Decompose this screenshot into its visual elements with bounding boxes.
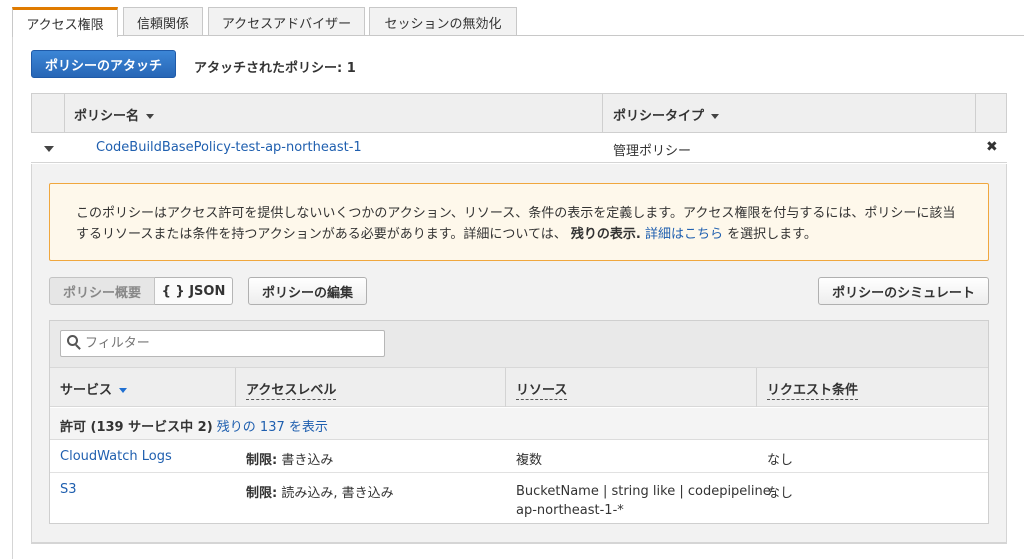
tab-access-advisor[interactable]: アクセスアドバイザー: [208, 7, 365, 36]
alert-bold-text: 残りの表示.: [570, 227, 641, 242]
access-level: 制限: 書き込み: [246, 449, 333, 468]
sort-caret-icon: [119, 388, 128, 393]
learn-more-link[interactable]: 詳細はこちら: [645, 227, 723, 242]
resource-line: ap-northeast-1-*: [516, 503, 624, 518]
column-header-service[interactable]: サービス: [60, 379, 128, 398]
column-divider: [505, 368, 506, 407]
column-divider: [975, 93, 976, 133]
alert-line-1: このポリシーはアクセス許可を提供しないいくつかのアクション、リソース、条件の表示…: [76, 206, 956, 221]
column-divider: [602, 93, 603, 133]
panel-bottom-border: [31, 543, 1007, 544]
show-remaining-link[interactable]: 残りの 137 を表示: [217, 420, 328, 435]
policy-summary-toggle[interactable]: ポリシー概要: [49, 277, 155, 305]
edit-policy-button[interactable]: ポリシーの編集: [248, 277, 367, 305]
request-condition: なし: [767, 453, 794, 468]
column-divider: [756, 368, 757, 407]
header-label: リソース: [516, 383, 568, 400]
column-header-resource[interactable]: リソース: [516, 379, 568, 400]
tab-permissions[interactable]: アクセス権限: [12, 7, 118, 37]
sort-caret-icon: [711, 114, 720, 119]
header-label: ポリシー名: [74, 109, 140, 124]
allow-group-label: 許可 (139 サービス中 2) 残りの 137 を表示: [60, 416, 328, 435]
column-divider: [235, 368, 236, 407]
row-divider: [50, 472, 988, 473]
attach-policy-button[interactable]: ポリシーのアタッチ: [31, 50, 176, 78]
group-count: 許可 (139 サービス中 2): [60, 420, 213, 435]
detach-policy-icon[interactable]: ✖: [986, 139, 998, 155]
access-level-value: 書き込み: [281, 453, 334, 468]
tab-trust-relationships[interactable]: 信頼関係: [123, 7, 203, 36]
header-label: リクエスト条件: [767, 383, 859, 400]
service-link-cloudwatch-logs[interactable]: CloudWatch Logs: [60, 449, 172, 464]
header-label: ポリシータイプ: [613, 109, 705, 124]
alert-text: を選択します。: [727, 227, 817, 242]
expand-caret-icon[interactable]: [44, 146, 54, 152]
resource: 複数: [516, 453, 543, 468]
tab-divider: [12, 35, 1024, 36]
alert-line-2: するリソースまたは条件を持つアクションがある必要があります。詳細については、 残…: [76, 224, 964, 245]
header-label: サービス: [60, 383, 113, 398]
request-condition: なし: [767, 486, 794, 501]
policy-table-header: [31, 93, 1007, 133]
access-level-prefix: 制限:: [246, 453, 278, 468]
tab-label: アクセスアドバイザー: [221, 16, 352, 32]
column-header-request-conditions[interactable]: リクエスト条件: [767, 379, 859, 400]
tab-label: アクセス権限: [26, 18, 104, 33]
search-icon: [67, 335, 78, 346]
tab-revoke-sessions[interactable]: セッションの無効化: [369, 7, 517, 36]
alert-text: するリソースまたは条件を持つアクションがある必要があります。詳細については、: [76, 227, 567, 242]
tab-label: セッションの無効化: [384, 16, 502, 32]
header-label: アクセスレベル: [246, 383, 337, 400]
attached-policy-count: アタッチされたポリシー: 1: [194, 61, 356, 76]
tab-label: 信頼関係: [136, 16, 189, 32]
service-link-s3[interactable]: S3: [60, 482, 77, 497]
simulate-policy-button[interactable]: ポリシーのシミュレート: [818, 277, 989, 305]
column-header-policy-type[interactable]: ポリシータイプ: [613, 105, 720, 124]
column-header-policy-name[interactable]: ポリシー名: [74, 105, 155, 124]
column-header-access-level[interactable]: アクセスレベル: [246, 379, 337, 400]
access-level-prefix: 制限:: [246, 486, 278, 501]
policy-type: 管理ポリシー: [613, 144, 692, 159]
filter-input[interactable]: [60, 330, 385, 357]
policy-name-link[interactable]: CodeBuildBasePolicy-test-ap-northeast-1: [96, 140, 362, 155]
content-border: [12, 36, 13, 559]
sort-caret-icon: [146, 114, 155, 119]
access-level: 制限: 読み込み, 書き込み: [246, 482, 394, 501]
tab-bar: アクセス権限 信頼関係 アクセスアドバイザー セッションの無効化: [0, 0, 1024, 37]
access-level-value: 読み込み, 書き込み: [281, 486, 394, 501]
resource: BucketName | string like | codepipeline-…: [516, 482, 775, 520]
column-divider: [64, 93, 65, 133]
json-toggle[interactable]: { } JSON: [155, 277, 233, 305]
resource-line: BucketName | string like | codepipeline-: [516, 484, 776, 499]
policy-warning-alert: このポリシーはアクセス許可を提供しないいくつかのアクション、リソース、条件の表示…: [49, 183, 989, 261]
